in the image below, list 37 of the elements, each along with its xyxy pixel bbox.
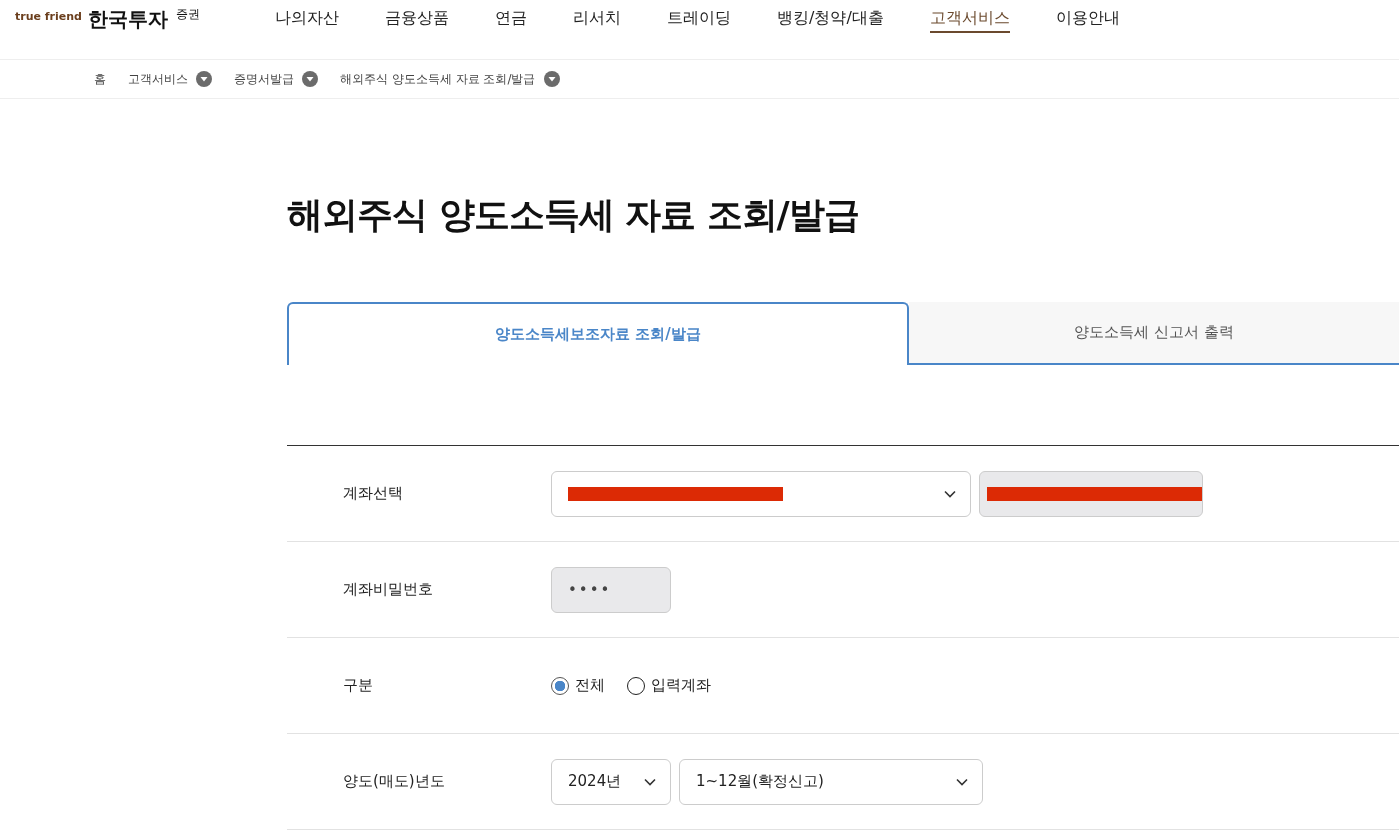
nav-link[interactable]: 연금: [495, 8, 527, 33]
logo-name: 한국투자: [87, 6, 168, 33]
field-label: 계좌비밀번호: [342, 580, 434, 599]
breadcrumb-link[interactable]: 해외주식 양도소득세 자료 조회/발급: [340, 70, 536, 88]
radio-button[interactable]: [551, 676, 569, 695]
tab[interactable]: 양도소득세보조자료 조회/발급: [287, 302, 909, 365]
radio-option[interactable]: 입력계좌: [627, 676, 711, 695]
page-title: 해외주식 양도소득세 자료 조회/발급: [287, 193, 860, 237]
dropdown-icon: [302, 71, 318, 87]
breadcrumb-link[interactable]: 고객서비스: [128, 70, 188, 88]
nav-link[interactable]: 트레이딩: [667, 8, 731, 33]
breadcrumb-link[interactable]: 홈: [94, 70, 106, 88]
chevron-icon: [944, 489, 956, 498]
field-label: 계좌선택: [342, 484, 404, 503]
field-label: 양도(매도)년도: [342, 772, 446, 791]
account-select[interactable]: [551, 470, 971, 517]
select-value: 1~12월(확정신고): [696, 772, 824, 791]
dropdown-select[interactable]: 2024년: [551, 758, 671, 805]
chevron-icon: [956, 777, 968, 786]
nav-link[interactable]: 뱅킹/청약/대출: [777, 8, 884, 33]
dropdown-select[interactable]: 1~12월(확정신고): [679, 758, 983, 805]
nav-link[interactable]: 리서치: [573, 8, 621, 33]
field-label: 구분: [342, 676, 374, 695]
nav-link[interactable]: 금융상품: [385, 8, 449, 33]
logo-suffix: 증권: [175, 6, 200, 23]
dropdown-icon: [543, 71, 560, 87]
dropdown-icon: [196, 71, 212, 87]
radio-option[interactable]: 전체: [551, 676, 605, 695]
password-field[interactable]: ••••: [551, 566, 671, 613]
breadcrumb-link[interactable]: 증명서발급: [234, 70, 294, 88]
logo-tagline: true friend: [15, 10, 82, 23]
chevron-icon: [644, 777, 656, 786]
nav-link[interactable]: 나의자산: [275, 8, 339, 33]
tab[interactable]: 양도소득세 신고서 출력: [909, 302, 1399, 365]
nav-link[interactable]: 고객서비스: [929, 8, 1010, 33]
select-value: 2024년: [568, 772, 622, 791]
nav-link[interactable]: 이용안내: [1055, 8, 1120, 33]
